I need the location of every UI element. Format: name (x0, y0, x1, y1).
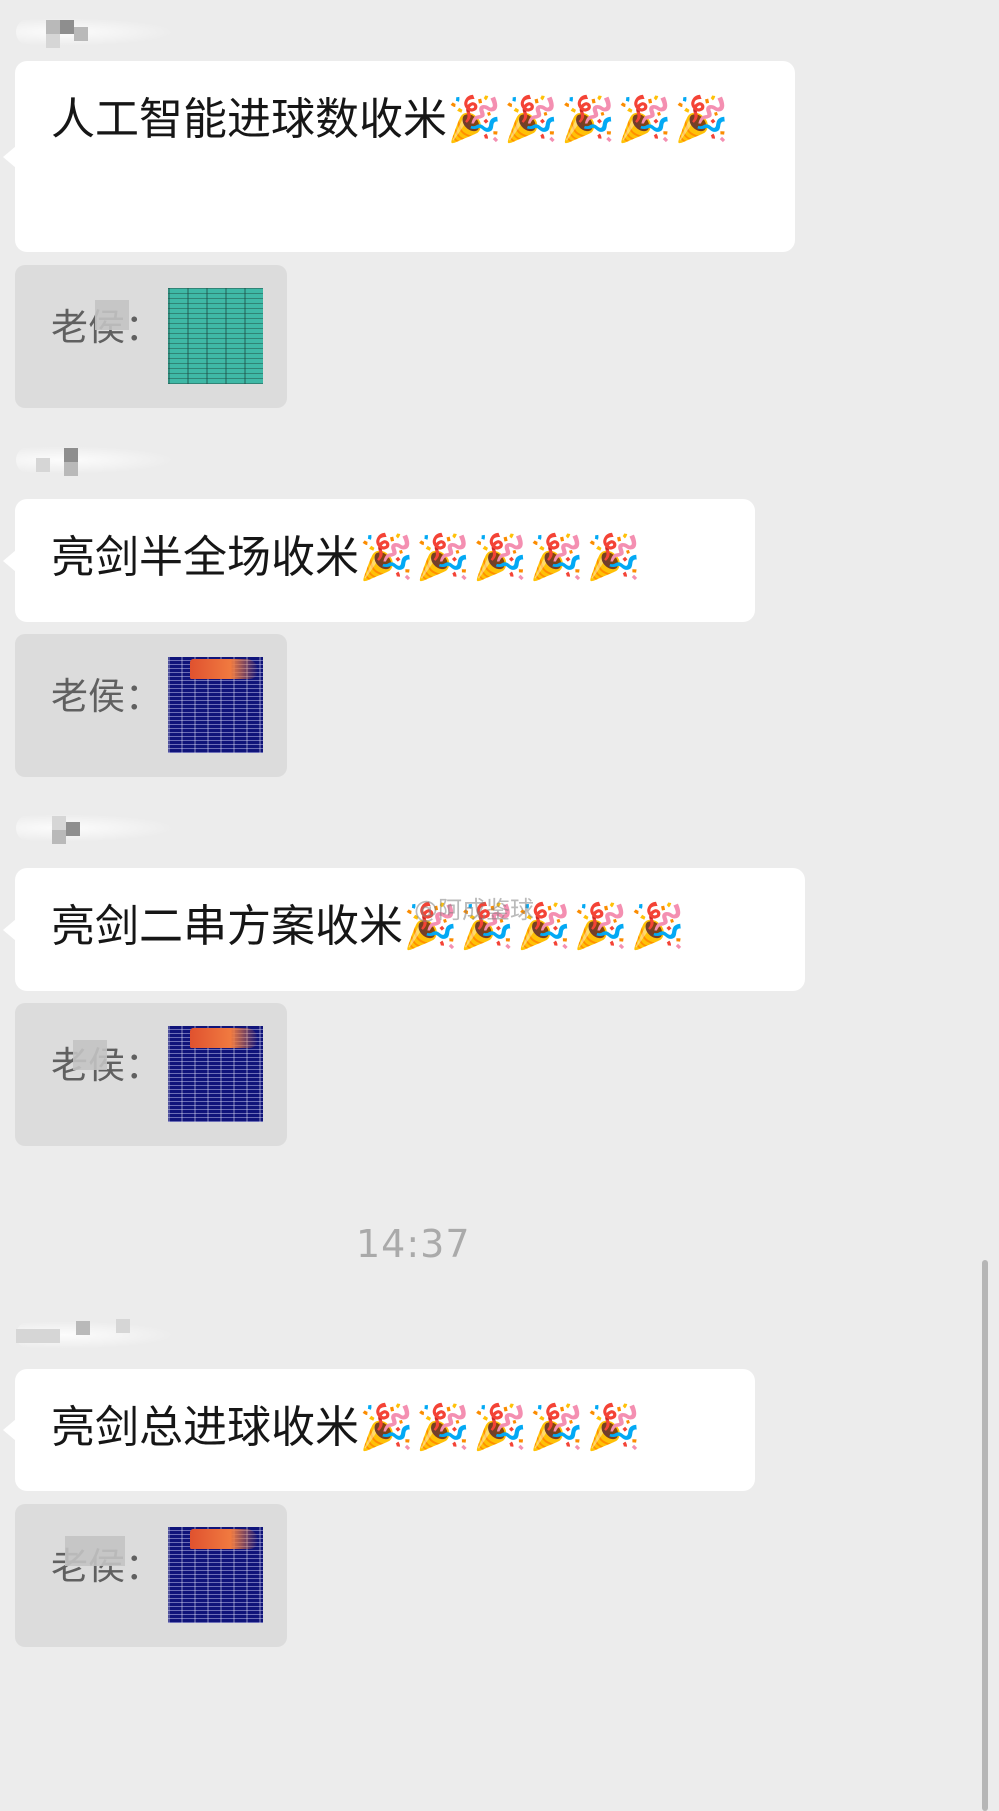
thumbnail-header-graphic (190, 659, 258, 679)
pixelated-block (73, 1040, 107, 1070)
spreadsheet-thumbnail[interactable] (168, 657, 263, 753)
spreadsheet-thumbnail[interactable] (168, 1026, 263, 1122)
pixelated-block (65, 1536, 125, 1566)
pixelated-block (64, 448, 78, 462)
spreadsheet-thumbnail[interactable] (168, 1527, 263, 1623)
message-bubble[interactable]: 人工智能进球数收米🎉🎉🎉🎉🎉 (3, 61, 795, 252)
pixelated-block (64, 462, 78, 476)
sender-avatar-name[interactable] (16, 440, 176, 480)
blurred-sender-name (16, 814, 176, 842)
quote-sender-label: 老侯： (51, 675, 162, 718)
quoted-reply[interactable]: 老侯： (15, 634, 287, 777)
blurred-sender-name (16, 18, 176, 46)
message-bubble[interactable]: 亮剑总进球收米🎉🎉🎉🎉🎉 (3, 1369, 755, 1491)
thumbnail-header-graphic (190, 1028, 258, 1048)
watermark: @阿成鉴球 (414, 896, 534, 924)
pixelated-block (36, 458, 50, 472)
quoted-reply[interactable]: 老侯： (15, 265, 287, 408)
message-text: 亮剑半全场收米 (51, 532, 359, 583)
pixelated-block (74, 27, 88, 41)
party-popper-icon: 🎉🎉🎉🎉🎉 (447, 94, 731, 145)
pixelated-block (46, 34, 60, 48)
message-bubble[interactable]: 亮剑二串方案收米🎉🎉🎉🎉🎉 (3, 868, 805, 991)
message-bubble[interactable]: 亮剑半全场收米🎉🎉🎉🎉🎉 (3, 499, 755, 622)
message-text: 人工智能进球数收米 (51, 94, 447, 145)
pixelated-block (60, 20, 74, 34)
quoted-reply[interactable]: 老侯： (15, 1003, 287, 1146)
sender-avatar-name[interactable] (16, 12, 176, 52)
sender-avatar-name[interactable] (16, 808, 176, 848)
pixelated-block (76, 1321, 90, 1335)
party-popper-icon: 🎉🎉🎉🎉🎉 (359, 1402, 643, 1453)
pixelated-block (46, 20, 60, 34)
pixelated-block (52, 830, 66, 844)
pixelated-block (16, 1329, 60, 1343)
message-text: 亮剑二串方案收米 (51, 901, 403, 952)
party-popper-icon: 🎉🎉🎉🎉🎉 (359, 532, 643, 583)
pixelated-block (66, 822, 80, 836)
quoted-reply[interactable]: 老侯： (15, 1504, 287, 1647)
message-text: 亮剑总进球收米 (51, 1402, 359, 1453)
sender-avatar-name[interactable] (16, 1315, 176, 1355)
thumbnail-header-graphic (190, 1529, 258, 1549)
pixelated-block (116, 1319, 130, 1333)
pixelated-block (95, 300, 129, 330)
pixelated-block (52, 816, 66, 830)
scrollbar[interactable] (982, 1260, 988, 1811)
spreadsheet-thumbnail[interactable] (168, 288, 263, 384)
chat-timestamp: 14:37 (356, 1222, 471, 1266)
